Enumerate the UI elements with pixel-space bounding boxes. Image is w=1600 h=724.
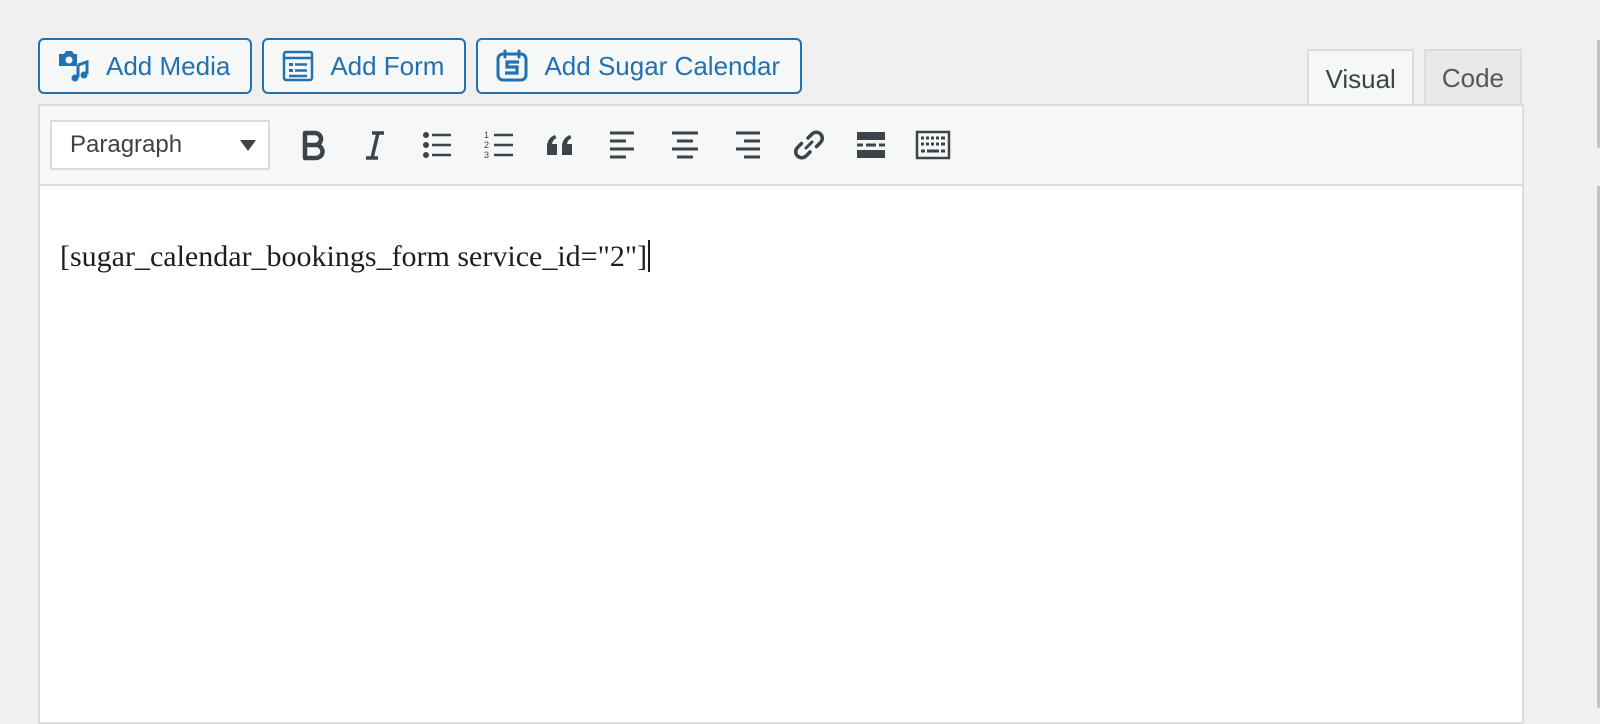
bold-button[interactable] — [282, 120, 344, 170]
bold-icon — [302, 130, 325, 161]
form-icon — [280, 48, 316, 84]
editor-toolbar: Paragraph 1 2 3 — [40, 106, 1522, 186]
toolbar-toggle-button[interactable] — [902, 120, 964, 170]
bulleted-list-icon — [423, 132, 451, 158]
keyboard-icon — [915, 130, 951, 160]
align-center-button[interactable] — [654, 120, 716, 170]
blockquote-icon — [547, 135, 572, 155]
align-left-icon — [610, 131, 634, 159]
blockquote-button[interactable] — [530, 120, 592, 170]
dropdown-arrow-icon — [240, 139, 256, 151]
editor-content[interactable]: [sugar_calendar_bookings_form service_id… — [40, 186, 1522, 274]
add-media-label: Add Media — [106, 50, 231, 81]
svg-text:1: 1 — [484, 130, 489, 140]
media-buttons: Add Media Add Form Add Sugar Calendar — [38, 38, 803, 94]
add-sugar-calendar-label: Add Sugar Calendar — [544, 50, 781, 81]
tab-visual[interactable]: Visual — [1307, 49, 1414, 107]
italic-button[interactable] — [344, 120, 406, 170]
numbered-list-icon: 1 2 3 — [484, 130, 513, 160]
link-icon — [794, 130, 824, 160]
text-cursor — [648, 240, 651, 272]
read-more-button[interactable] — [840, 120, 902, 170]
add-sugar-calendar-button[interactable]: Add Sugar Calendar — [476, 38, 803, 94]
numbered-list-button[interactable]: 1 2 3 — [468, 120, 530, 170]
add-form-button[interactable]: Add Form — [262, 38, 467, 94]
format-select-value: Paragraph — [70, 131, 183, 158]
editor: Paragraph 1 2 3 [sugar_calendar_bookings… — [38, 104, 1524, 724]
read-more-icon — [857, 132, 885, 158]
sugar-calendar-icon — [494, 48, 530, 84]
italic-icon — [366, 131, 384, 160]
svg-text:2: 2 — [484, 140, 489, 150]
svg-text:3: 3 — [484, 150, 489, 160]
align-right-button[interactable] — [716, 120, 778, 170]
bulleted-list-button[interactable] — [406, 120, 468, 170]
editor-tabs: Visual Code — [1307, 49, 1522, 107]
align-left-button[interactable] — [592, 120, 654, 170]
add-form-label: Add Form — [330, 50, 445, 81]
align-right-icon — [736, 131, 760, 159]
media-icon — [56, 48, 92, 84]
editor-text: [sugar_calendar_bookings_form service_id… — [60, 240, 648, 273]
tab-code[interactable]: Code — [1423, 49, 1522, 105]
align-center-icon — [672, 131, 698, 159]
insert-link-button[interactable] — [778, 120, 840, 170]
add-media-button[interactable]: Add Media — [38, 38, 253, 94]
format-select[interactable]: Paragraph — [50, 120, 270, 170]
